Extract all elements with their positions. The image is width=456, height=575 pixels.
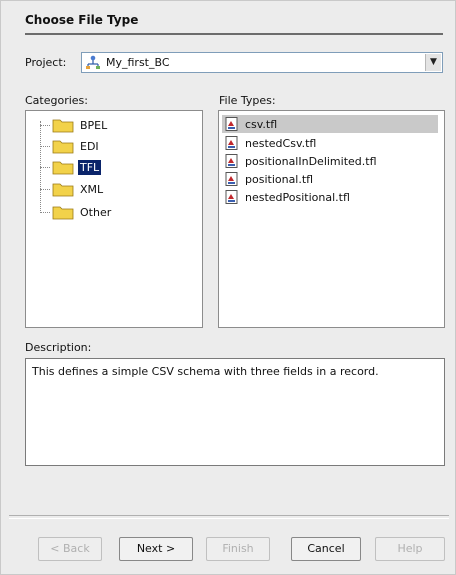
category-label: EDI bbox=[80, 139, 99, 153]
category-item-tfl[interactable]: TFL bbox=[52, 157, 102, 177]
project-value: My_first_BC bbox=[106, 56, 170, 69]
category-item-xml[interactable]: XML bbox=[52, 179, 105, 199]
tree-connector bbox=[40, 146, 50, 147]
file-type-item[interactable]: nestedPositional.tfl bbox=[222, 188, 438, 206]
file-type-label: csv.tfl bbox=[245, 117, 278, 131]
dialog-window: Choose File Type Project: My_first_BC ▼ … bbox=[0, 0, 456, 575]
folder-icon bbox=[52, 204, 74, 220]
page-title: Choose File Type bbox=[25, 13, 139, 27]
tfl-file-icon bbox=[225, 136, 239, 150]
file-type-label: positional.tfl bbox=[245, 172, 314, 186]
folder-icon bbox=[52, 159, 74, 175]
tfl-file-icon bbox=[225, 172, 239, 186]
category-item-edi[interactable]: EDI bbox=[52, 136, 101, 156]
project-select[interactable]: My_first_BC ▼ bbox=[81, 52, 443, 73]
finish-button[interactable]: Finish bbox=[206, 537, 270, 561]
file-type-label: nestedCsv.tfl bbox=[245, 136, 317, 150]
folder-icon bbox=[52, 138, 74, 154]
tfl-file-icon bbox=[225, 190, 239, 204]
tree-connector bbox=[40, 212, 50, 213]
file-type-item[interactable]: nestedCsv.tfl bbox=[222, 134, 438, 152]
title-divider bbox=[25, 33, 443, 35]
file-types-list[interactable]: csv.tfl nestedCsv.tfl positionalInDelimi… bbox=[218, 110, 445, 328]
cancel-button[interactable]: Cancel bbox=[291, 537, 361, 561]
file-type-label: positionalInDelimited.tfl bbox=[245, 154, 377, 168]
file-type-label: nestedPositional.tfl bbox=[245, 190, 350, 204]
project-label: Project: bbox=[25, 56, 67, 69]
file-types-label: File Types: bbox=[219, 94, 276, 107]
description-label: Description: bbox=[25, 341, 92, 354]
help-button[interactable]: Help bbox=[375, 537, 445, 561]
tree-connector bbox=[40, 189, 50, 190]
category-item-bpel[interactable]: BPEL bbox=[52, 115, 109, 135]
back-button[interactable]: < Back bbox=[38, 537, 102, 561]
file-type-item[interactable]: positional.tfl bbox=[222, 170, 438, 188]
category-label: XML bbox=[80, 182, 104, 196]
description-text: This defines a simple CSV schema with th… bbox=[25, 358, 445, 466]
file-type-item[interactable]: positionalInDelimited.tfl bbox=[222, 152, 438, 170]
tree-connector bbox=[40, 125, 50, 126]
categories-label: Categories: bbox=[25, 94, 88, 107]
category-item-other[interactable]: Other bbox=[52, 202, 113, 222]
categories-tree[interactable]: BPEL EDI TFL XML Other bbox=[25, 110, 203, 328]
tfl-file-icon bbox=[225, 154, 239, 168]
next-button[interactable]: Next > bbox=[119, 537, 193, 561]
category-label: BPEL bbox=[80, 118, 108, 132]
tree-connector bbox=[40, 167, 50, 168]
folder-icon bbox=[52, 181, 74, 197]
tfl-file-icon bbox=[225, 117, 239, 131]
footer-divider bbox=[9, 515, 449, 519]
folder-icon bbox=[52, 117, 74, 133]
category-label: Other bbox=[80, 205, 112, 219]
file-type-item[interactable]: csv.tfl bbox=[222, 115, 438, 133]
category-label: TFL bbox=[78, 159, 102, 175]
project-icon bbox=[85, 55, 101, 73]
chevron-down-icon[interactable]: ▼ bbox=[425, 54, 441, 71]
